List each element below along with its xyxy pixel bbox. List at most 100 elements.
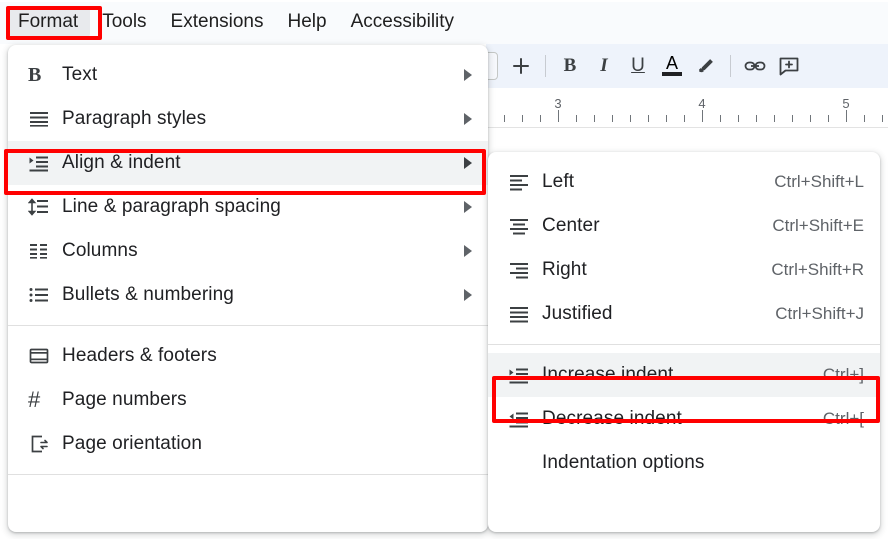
menu-item-paragraph-styles[interactable]: Paragraph styles — [8, 97, 488, 141]
ruler-tick — [846, 110, 847, 122]
chevron-right-icon — [464, 113, 472, 125]
menu-item-columns[interactable]: Columns — [8, 229, 488, 273]
submenu-item-center[interactable]: Center Ctrl+Shift+E — [488, 204, 880, 248]
chevron-right-icon — [464, 157, 472, 169]
add-comment-icon[interactable] — [772, 49, 806, 83]
align-indent-icon — [28, 152, 62, 174]
ruler-number-4: 4 — [698, 96, 705, 111]
menubar-item-tools[interactable]: Tools — [90, 6, 158, 38]
shortcut-label: Ctrl+[ — [823, 409, 864, 429]
menu-item-label: Bullets & numbering — [62, 284, 454, 306]
shortcut-label: Ctrl+Shift+R — [771, 260, 864, 280]
ruler-tick — [522, 115, 523, 122]
submenu-item-label: Increase indent — [542, 364, 823, 386]
ruler-tick — [720, 115, 721, 122]
increase-indent-icon — [508, 364, 542, 386]
menu-item-bullets-numbering[interactable]: Bullets & numbering — [8, 273, 488, 317]
shortcut-label: Ctrl+Shift+L — [774, 172, 864, 192]
submenu-item-label: Decrease indent — [542, 408, 823, 430]
document-ruler[interactable]: 3 4 5 — [486, 88, 888, 128]
ruler-tick — [756, 115, 757, 122]
menu-item-label: Columns — [62, 240, 454, 262]
submenu-item-left[interactable]: Left Ctrl+Shift+L — [488, 160, 880, 204]
align-justify-icon — [508, 303, 542, 325]
submenu-separator — [488, 344, 880, 345]
ruler-tick — [810, 115, 811, 122]
ruler-tick — [882, 115, 883, 122]
ruler-tick — [702, 110, 703, 122]
submenu-item-indentation-options[interactable]: Indentation options — [488, 441, 880, 485]
submenu-item-label: Justified — [542, 303, 775, 325]
toolbar-divider-2 — [730, 55, 731, 77]
submenu-item-label: Indentation options — [542, 452, 864, 474]
submenu-item-right[interactable]: Right Ctrl+Shift+R — [488, 248, 880, 292]
headers-footers-icon — [28, 345, 62, 367]
align-left-icon — [508, 171, 542, 193]
chevron-right-icon — [464, 69, 472, 81]
ruler-tick — [504, 115, 505, 122]
menubar-item-help[interactable]: Help — [276, 6, 339, 38]
plus-icon[interactable] — [504, 49, 538, 83]
shortcut-label: Ctrl+Shift+J — [775, 304, 864, 324]
menu-item-page-orientation[interactable]: Page orientation — [8, 422, 488, 466]
menu-item-label: Page numbers — [62, 389, 472, 411]
text-color-icon[interactable]: A — [655, 49, 689, 83]
menu-item-label: Text — [62, 64, 454, 86]
menu-item-line-paragraph-spacing[interactable]: Line & paragraph spacing — [8, 185, 488, 229]
ruler-tick — [774, 115, 775, 122]
chevron-right-icon — [464, 201, 472, 213]
ruler-tick — [648, 115, 649, 122]
menu-separator-2 — [8, 474, 488, 475]
ruler-tick — [684, 115, 685, 122]
toolbar-buttons: B I U A — [486, 44, 888, 88]
menu-bar: Format Tools Extensions Help Accessibili… — [0, 2, 888, 44]
ruler-number-3: 3 — [554, 96, 561, 111]
highlight-pen-icon[interactable] — [689, 49, 723, 83]
ruler-tick — [558, 110, 559, 122]
menubar-item-accessibility[interactable]: Accessibility — [339, 6, 466, 38]
menu-item-headers-footers[interactable]: Headers & footers — [8, 334, 488, 378]
submenu-item-increase-indent[interactable]: Increase indent Ctrl+] — [488, 353, 880, 397]
ruler-tick — [630, 115, 631, 122]
ruler-tick — [594, 115, 595, 122]
ruler-tick — [792, 115, 793, 122]
ruler-tick — [576, 115, 577, 122]
ruler-number-5: 5 — [842, 96, 849, 111]
decrease-indent-icon — [508, 408, 542, 430]
shortcut-label: Ctrl+] — [823, 365, 864, 385]
columns-icon — [28, 240, 62, 262]
line-paragraph-spacing-icon — [28, 196, 62, 218]
italic-icon[interactable]: I — [587, 49, 621, 83]
shortcut-label: Ctrl+Shift+E — [772, 216, 864, 236]
submenu-item-decrease-indent[interactable]: Decrease indent Ctrl+[ — [488, 397, 880, 441]
text-format-icon: B — [28, 64, 62, 87]
bullets-numbering-icon — [28, 284, 62, 306]
menubar-item-extensions[interactable]: Extensions — [159, 6, 276, 38]
app-root: Format Tools Extensions Help Accessibili… — [0, 0, 888, 539]
menu-separator — [8, 325, 488, 326]
format-menu-panel: B Text Paragraph styles — [8, 45, 488, 532]
align-right-icon — [508, 259, 542, 281]
ruler-tick — [666, 115, 667, 122]
submenu-item-label: Left — [542, 171, 774, 193]
menu-item-label: Page orientation — [62, 433, 472, 455]
chevron-right-icon — [464, 289, 472, 301]
submenu-item-justified[interactable]: Justified Ctrl+Shift+J — [488, 292, 880, 336]
bold-icon[interactable]: B — [553, 49, 587, 83]
menu-item-text[interactable]: B Text — [8, 53, 488, 97]
menu-item-align-indent[interactable]: Align & indent — [8, 141, 488, 185]
menu-item-page-numbers[interactable]: # Page numbers — [8, 378, 488, 422]
menubar-item-format[interactable]: Format — [6, 6, 90, 38]
underline-icon[interactable]: U — [621, 49, 655, 83]
toolbar-divider — [545, 55, 546, 77]
page-numbers-icon: # — [28, 387, 62, 413]
ruler-tick — [612, 115, 613, 122]
menu-item-label: Align & indent — [62, 152, 454, 174]
menu-item-label: Line & paragraph spacing — [62, 196, 454, 218]
menu-item-label: Paragraph styles — [62, 108, 454, 130]
menu-item-label: Headers & footers — [62, 345, 472, 367]
align-indent-submenu-panel: Left Ctrl+Shift+L Center Ctrl+Shift+E — [488, 152, 880, 532]
ruler-tick — [864, 115, 865, 122]
ruler-tick — [828, 115, 829, 122]
insert-link-icon[interactable] — [738, 49, 772, 83]
